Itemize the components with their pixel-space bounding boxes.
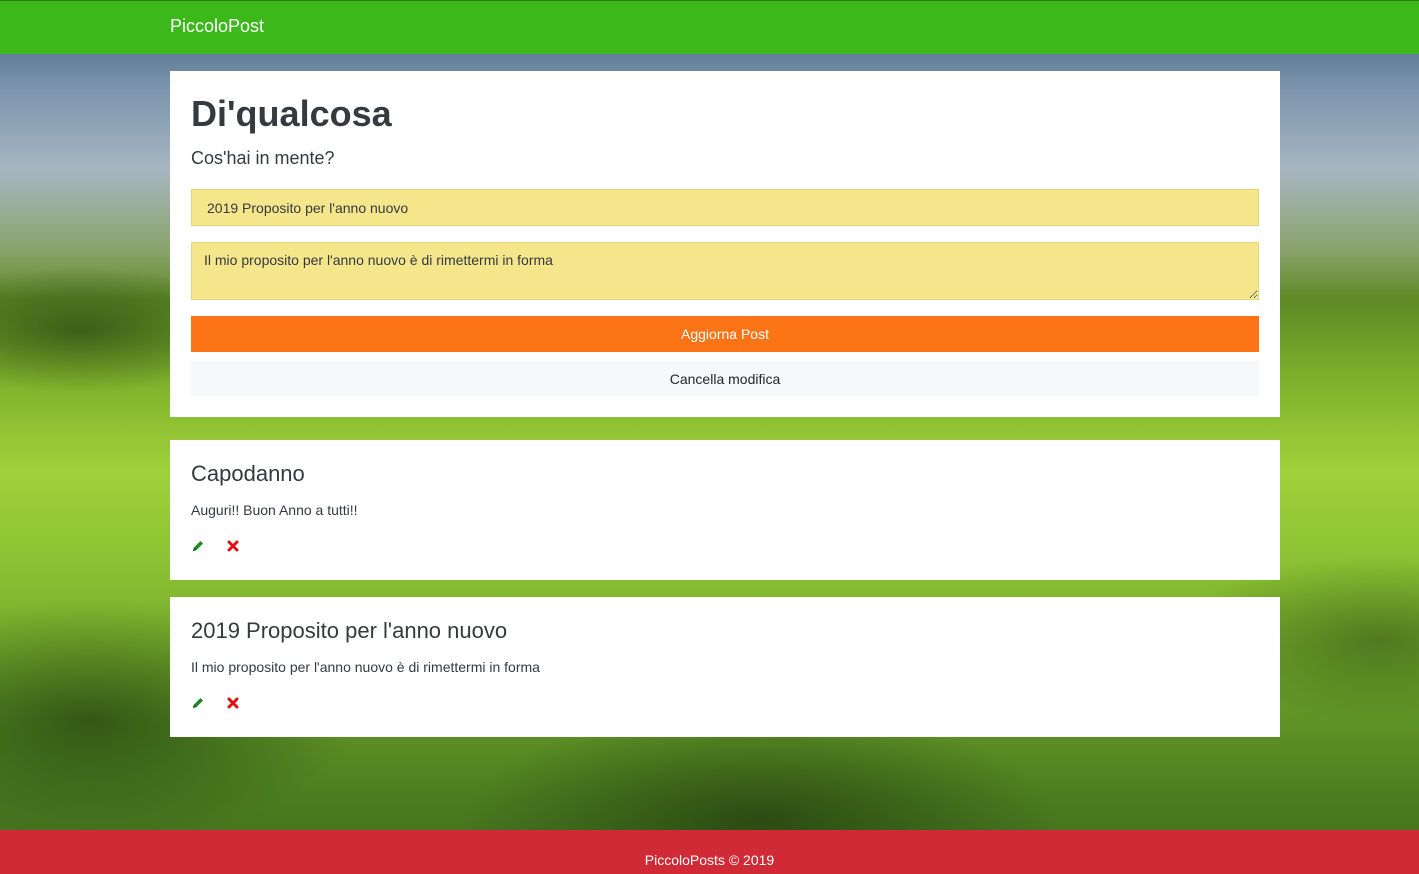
pencil-icon (193, 541, 203, 551)
footer-copyright: PiccoloPosts © 2019 (644, 852, 775, 868)
post-body-textarea[interactable]: Il mio proposito per l'anno nuovo è di r… (191, 242, 1259, 300)
navbar: PiccoloPost (0, 0, 1419, 54)
edit-post-button[interactable] (188, 536, 208, 556)
pencil-icon (193, 698, 203, 708)
delete-post-button[interactable] (223, 536, 243, 556)
update-post-button[interactable]: Aggiorna Post (191, 316, 1259, 352)
post-body: Auguri!! Buon Anno a tutti!! (191, 502, 358, 518)
close-icon (227, 697, 239, 709)
delete-post-button[interactable] (223, 693, 243, 713)
form-subtitle: Cos'hai in mente? (191, 148, 335, 168)
footer: PiccoloPosts © 2019 (0, 830, 1419, 874)
brand-link[interactable]: PiccoloPost (170, 16, 264, 37)
post-card: Capodanno Auguri!! Buon Anno a tutti!! (170, 440, 1280, 580)
post-card: 2019 Proposito per l'anno nuovo Il mio p… (170, 597, 1280, 737)
edit-post-button[interactable] (188, 693, 208, 713)
close-icon (227, 540, 239, 552)
post-body: Il mio proposito per l'anno nuovo è di r… (191, 659, 540, 675)
post-title: 2019 Proposito per l'anno nuovo (191, 618, 508, 643)
post-form-card: Di'qualcosa Cos'hai in mente? Il mio pro… (170, 71, 1280, 417)
cancel-edit-button[interactable]: Cancella modifica (191, 361, 1259, 396)
post-title-input[interactable] (191, 189, 1259, 226)
page-title: Di'qualcosa (191, 93, 392, 134)
post-title: Capodanno (191, 461, 305, 486)
